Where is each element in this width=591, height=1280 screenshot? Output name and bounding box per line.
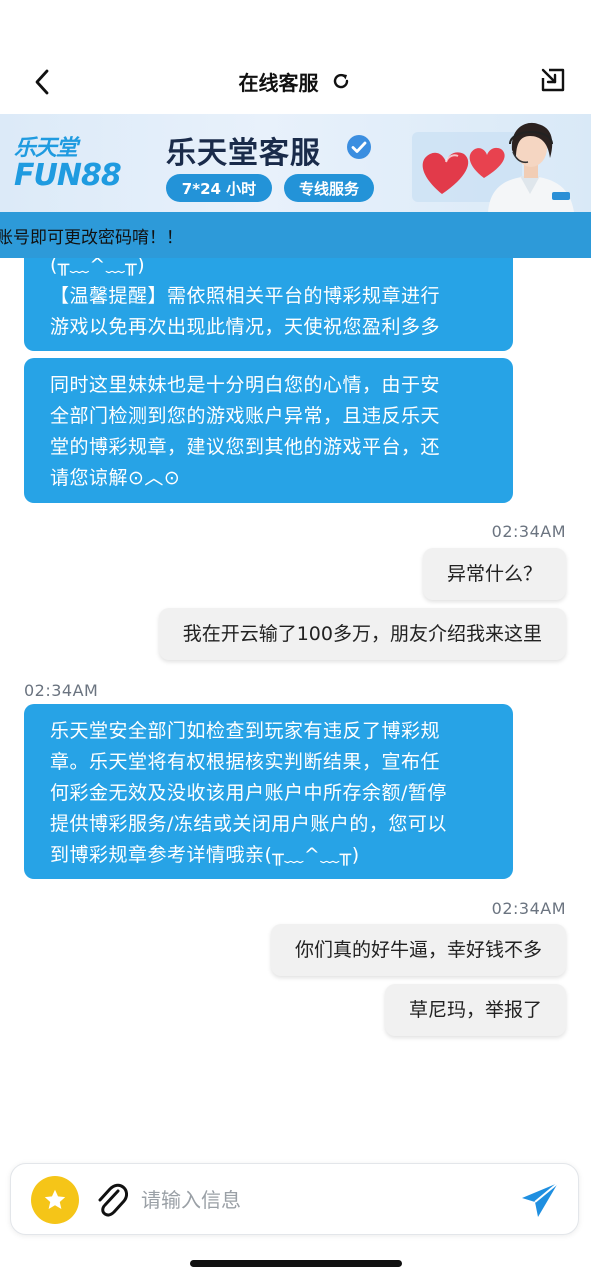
hours-badge: 7*24 小时 — [166, 174, 272, 202]
message-input-bar — [10, 1163, 579, 1235]
support-banner: 乐天堂 FUN88 乐天堂客服 7*24 小时 专线服务 — [0, 114, 591, 212]
verified-icon — [347, 135, 371, 159]
emoji-button[interactable] — [31, 1176, 79, 1224]
user-message-bubble: 我在开云输了100多万，朋友介绍我来这里 — [158, 608, 566, 660]
exit-button[interactable] — [537, 64, 569, 96]
exit-icon — [541, 68, 565, 92]
brand-logo: 乐天堂 FUN88 — [14, 136, 130, 192]
message-line: 请您谅解⊙︿⊙ — [50, 467, 181, 489]
message-line: 游戏以免再次出现此情况，天使祝您盈利多多 — [50, 316, 441, 338]
message-line: 堂的博彩规章，建议您到其他的游戏平台，还 — [50, 436, 441, 458]
send-button[interactable] — [517, 1178, 563, 1222]
message-timestamp: 02:34AM — [491, 899, 566, 918]
message-line: 全部门检测到您的游戏账户异常，且违反乐天 — [50, 405, 441, 427]
service-badge: 专线服务 — [284, 174, 374, 202]
agent-message-bubble: 乐天堂安全部门如检查到玩家有违反了博彩规 章。乐天堂将有权根据核实判断结果，宣布… — [24, 704, 513, 879]
message-line: 【温馨提醒】需依照相关平台的博彩规章进行 — [50, 285, 441, 307]
refresh-button[interactable] — [329, 69, 353, 93]
agent-message-bubble: (╥﹏^﹏╥) 【温馨提醒】需依照相关平台的博彩规章进行 游戏以免再次出现此情况… — [24, 258, 513, 351]
agent-avatar-illustration — [488, 122, 574, 212]
chat-message-list[interactable]: (╥﹏^﹏╥) 【温馨提醒】需依照相关平台的博彩规章进行 游戏以免再次出现此情况… — [0, 258, 591, 1158]
message-timestamp: 02:34AM — [24, 681, 99, 700]
agent-message-bubble: 同时这里妹妹也是十分明白您的心情，由于安 全部门检测到您的游戏账户异常，且违反乐… — [24, 358, 513, 503]
banner-title: 乐天堂客服 — [166, 136, 321, 171]
message-input[interactable] — [141, 1180, 511, 1220]
user-message-bubble: 你们真的好牛逼，幸好钱不多 — [270, 924, 566, 976]
message-text: 你们真的好牛逼，幸好钱不多 — [294, 939, 542, 961]
message-line: (╥﹏^﹏╥) — [50, 258, 146, 276]
message-text: 我在开云输了100多万，朋友介绍我来这里 — [182, 623, 542, 645]
header: 在线客服 — [0, 0, 591, 114]
attach-button[interactable] — [91, 1178, 131, 1222]
notice-marquee: 账号即可更改密码唷！！ — [0, 212, 591, 258]
message-line: 章。乐天堂将有权根据核实判断结果，宣布任 — [50, 751, 441, 773]
message-text: 草尼玛，举报了 — [408, 999, 542, 1021]
user-message-bubble: 草尼玛，举报了 — [384, 984, 566, 1036]
user-message-bubble: 异常什么？ — [422, 548, 566, 600]
message-text: 异常什么？ — [446, 563, 542, 585]
message-line: 到博彩规章参考详情哦亲(╥﹏^﹏╥) — [50, 844, 360, 866]
refresh-icon — [333, 73, 348, 89]
page-title: 在线客服 — [238, 70, 319, 95]
header-title-group: 在线客服 — [0, 64, 591, 98]
brand-logo-en: FUN88 — [14, 158, 122, 193]
message-line: 同时这里妹妹也是十分明白您的心情，由于安 — [50, 374, 441, 396]
home-indicator — [190, 1260, 402, 1267]
message-timestamp: 02:34AM — [491, 522, 566, 541]
brand-logo-cn: 乐天堂 — [14, 135, 78, 161]
notice-text: 账号即可更改密码唷！！ — [0, 227, 183, 248]
star-icon — [44, 1189, 66, 1209]
message-line: 何彩金无效及没收该用户账户中所存余额/暂停 — [50, 782, 447, 804]
message-line: 乐天堂安全部门如检查到玩家有违反了博彩规 — [50, 720, 441, 742]
paperclip-icon — [98, 1183, 128, 1217]
message-line: 提供博彩服务/冻结或关闭用户账户的，您可以 — [50, 813, 447, 835]
send-icon — [522, 1182, 559, 1217]
